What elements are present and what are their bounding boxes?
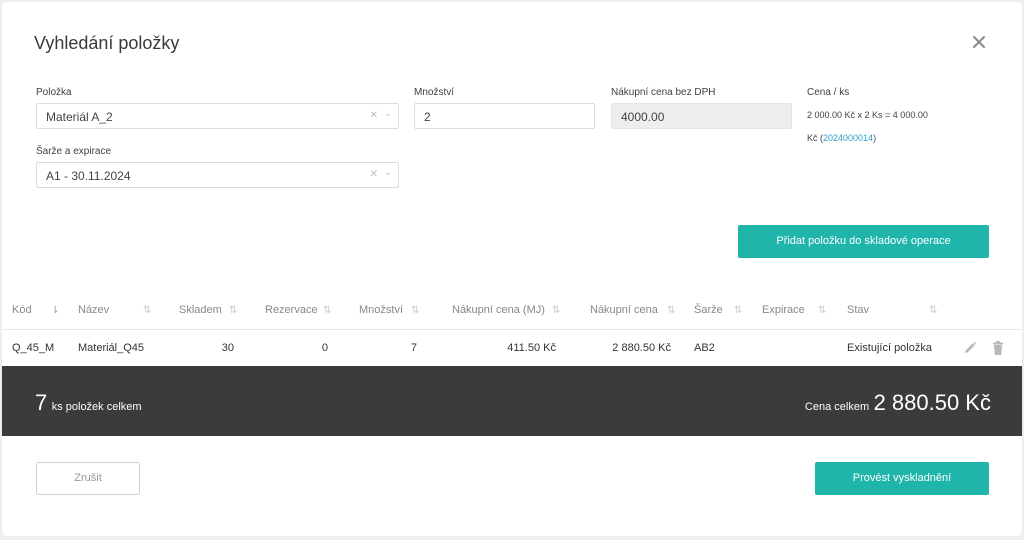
modal-dialog (2, 2, 1022, 536)
total-price: Cena celkem 2 880.50 Kč (805, 390, 991, 416)
sort-icon[interactable]: ⇅ (929, 305, 937, 316)
column-header-stock[interactable]: Skladem (179, 304, 222, 316)
cell-price: 2 880.50 Kč (612, 342, 671, 354)
column-header-batch[interactable]: Šarže (694, 304, 723, 316)
column-header-price[interactable]: Nákupní cena (590, 304, 658, 316)
pencil-icon[interactable] (962, 340, 978, 356)
cell-batch: AB2 (694, 342, 715, 354)
column-header-name[interactable]: Název (78, 304, 109, 316)
sort-icon[interactable]: ⇅ (734, 305, 742, 316)
cell-name: Materiál_Q45 (78, 342, 145, 354)
item-count-value: 7 (35, 390, 48, 415)
sort-icon[interactable]: ⇅ (411, 305, 419, 316)
purchase-price-input: 4000.00 (611, 103, 792, 129)
purchase-price-label: Nákupní cena bez DPH (611, 87, 716, 98)
close-icon[interactable] (967, 30, 991, 54)
quantity-input[interactable]: 2 (414, 103, 595, 129)
sort-desc-icon[interactable]: ⇂ (51, 305, 59, 316)
item-count-label: ks položek celkem (51, 401, 142, 413)
total-value: 2 880.50 Kč (873, 390, 991, 415)
column-header-unit-price[interactable]: Nákupní cena (MJ) (452, 304, 545, 316)
cell-qty: 7 (410, 342, 417, 354)
column-header-qty[interactable]: Množství (359, 304, 403, 316)
sort-icon[interactable]: ⇅ (667, 305, 675, 316)
add-item-button[interactable]: Přidat položku do skladové operace (738, 225, 989, 258)
cell-stock: 30 (221, 342, 234, 354)
item-count: 7 ks položek celkem (35, 390, 142, 416)
clear-icon[interactable]: ✕ (370, 110, 378, 121)
unit-price-label: Cena / ks (807, 87, 850, 98)
document-link[interactable]: 2024000014 (823, 133, 873, 143)
column-header-code[interactable]: Kód (12, 304, 32, 316)
sort-icon[interactable]: ⇅ (552, 305, 560, 316)
item-select-value: Materiál A_2 (46, 110, 113, 124)
item-select[interactable]: Materiál A_2 ✕ ⌄ (36, 103, 399, 129)
column-header-reserved[interactable]: Rezervace (265, 304, 318, 316)
clear-icon[interactable]: ✕ (370, 169, 378, 180)
cell-code: Q_45_M (12, 342, 55, 354)
cell-reserved: 0 (321, 342, 328, 354)
cancel-button[interactable]: Zrušit (36, 462, 140, 495)
paren-close: ) (873, 133, 877, 143)
cell-state: Existující položka (847, 342, 932, 354)
unit-price-calc: 2 000.00 Kč x 2 Ks = 4 000.00 (807, 110, 928, 120)
unit-price-ref: Kč (2024000014) (807, 133, 876, 143)
table-divider (2, 329, 1022, 330)
column-header-expiry[interactable]: Expirace (762, 304, 805, 316)
column-header-state[interactable]: Stav (847, 304, 869, 316)
sort-icon[interactable]: ⇅ (229, 305, 237, 316)
sort-icon[interactable]: ⇅ (323, 305, 331, 316)
sort-icon[interactable]: ⇅ (818, 305, 826, 316)
batch-select[interactable]: A1 - 30.11.2024 ✕ ⌄ (36, 162, 399, 188)
submit-button[interactable]: Provést vyskladnění (815, 462, 989, 495)
currency-text: Kč ( (807, 133, 824, 143)
sort-icon[interactable]: ⇅ (143, 305, 151, 316)
batch-select-value: A1 - 30.11.2024 (46, 169, 131, 183)
cell-unit-price: 411.50 Kč (507, 342, 556, 354)
summary-bar: 7 ks položek celkem Cena celkem 2 880.50… (2, 366, 1022, 436)
item-label: Položka (36, 87, 72, 98)
trash-icon[interactable] (990, 340, 1006, 356)
batch-label: Šarže a expirace (36, 146, 112, 157)
quantity-label: Množství (414, 87, 455, 98)
chevron-down-icon[interactable]: ⌄ (384, 108, 392, 119)
total-label: Cena celkem (804, 401, 870, 413)
chevron-down-icon[interactable]: ⌄ (384, 167, 392, 178)
modal-title: Vyhledání položky (34, 33, 180, 53)
